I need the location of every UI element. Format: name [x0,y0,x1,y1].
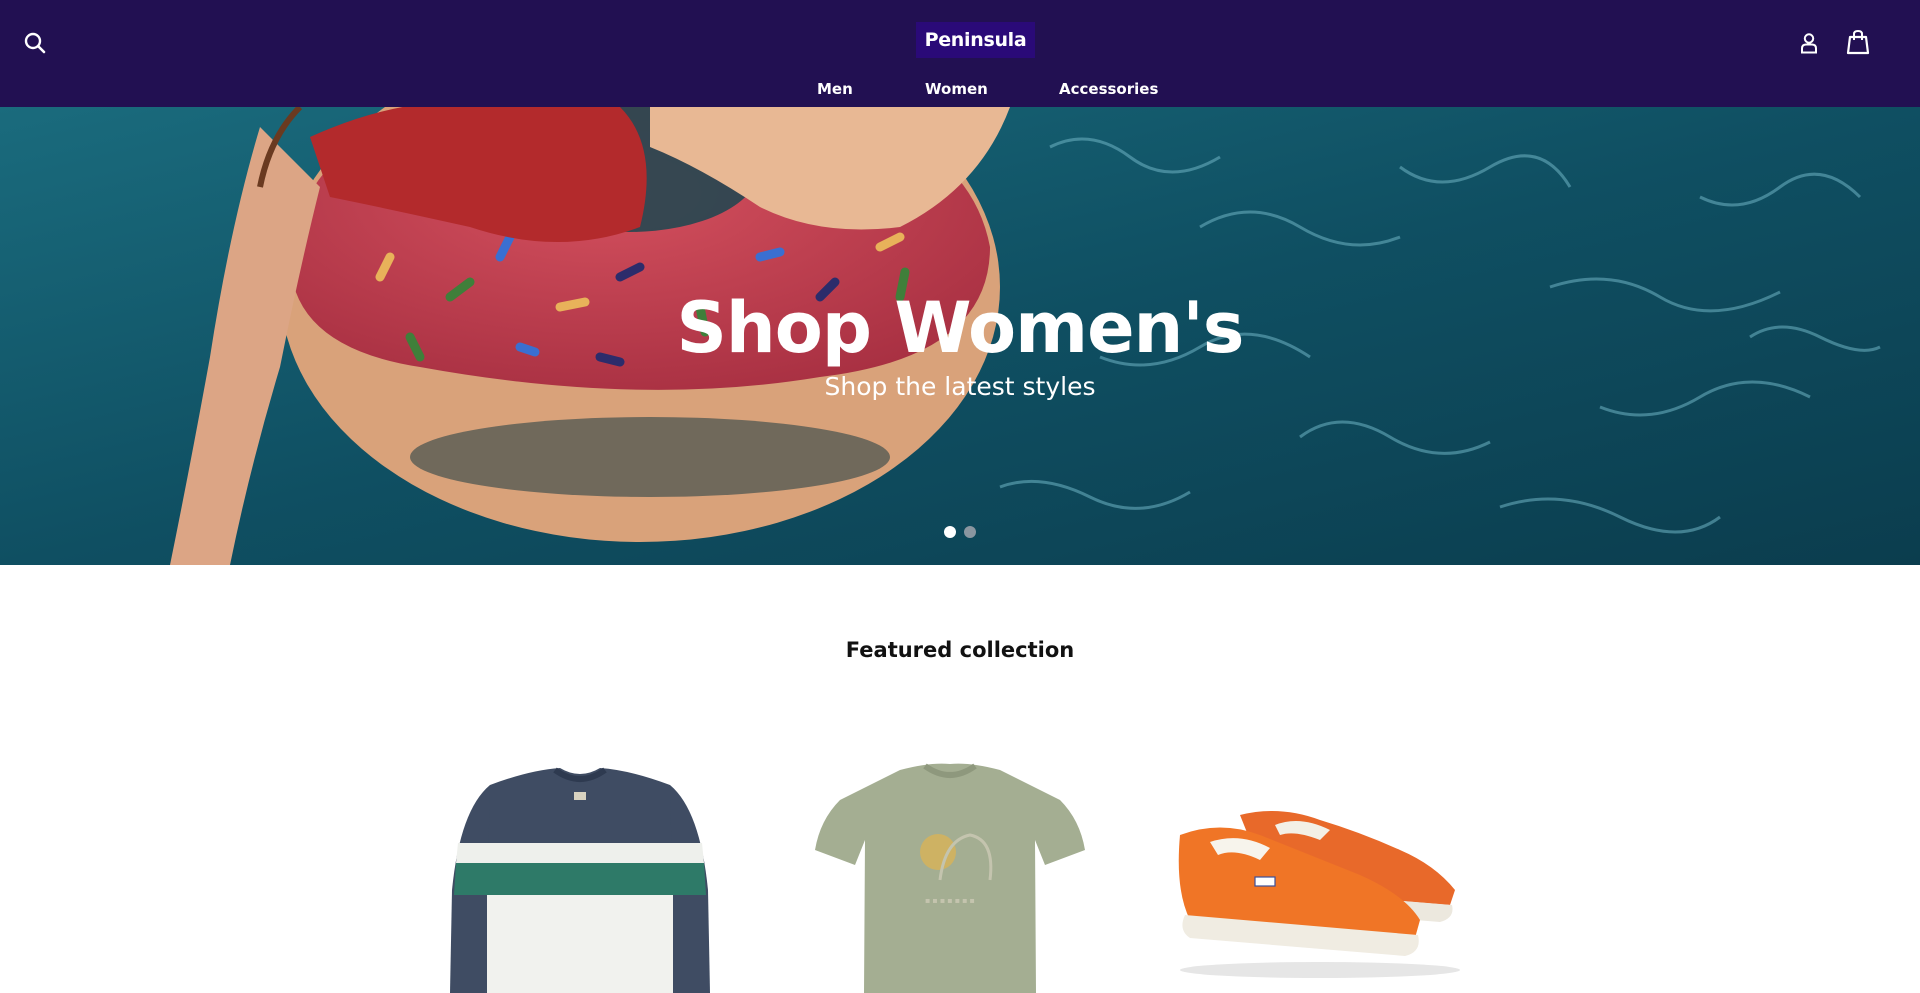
search-button[interactable] [18,26,52,60]
svg-text:▪▪▪▪▪▪▪: ▪▪▪▪▪▪▪ [925,896,977,905]
slideshow-dots [944,526,976,538]
hero-slideshow[interactable]: Shop Women's Shop the latest styles [0,107,1920,565]
site-header: Peninsula Men Women Accessories [0,0,1920,107]
hero-subtitle: Shop the latest styles [824,372,1096,401]
user-icon [1801,33,1817,54]
nav-item-men[interactable]: Men [817,80,853,98]
product-card-tshirt[interactable]: ▪▪▪▪▪▪▪ [800,740,1100,993]
sneakers-image [1178,811,1460,978]
product-card-sweater[interactable] [430,740,730,993]
search-icon [24,32,46,54]
tshirt-image: ▪▪▪▪▪▪▪ [815,763,1085,993]
hero-title: Shop Women's [676,287,1245,369]
slide-dot-2[interactable] [964,526,976,538]
slide-dot-1[interactable] [944,526,956,538]
account-button[interactable] [1792,26,1826,60]
sweater-image [450,767,710,993]
shopping-bag-icon [1846,29,1870,55]
nav-item-women[interactable]: Women [925,80,988,98]
main-nav: Men Women Accessories [0,80,1920,102]
cart-button[interactable] [1840,24,1876,60]
nav-item-accessories[interactable]: Accessories [1059,80,1158,98]
site-logo[interactable]: Peninsula [916,22,1035,58]
featured-collection-title: Featured collection [845,638,1075,662]
product-card-sneakers[interactable] [1160,740,1500,993]
